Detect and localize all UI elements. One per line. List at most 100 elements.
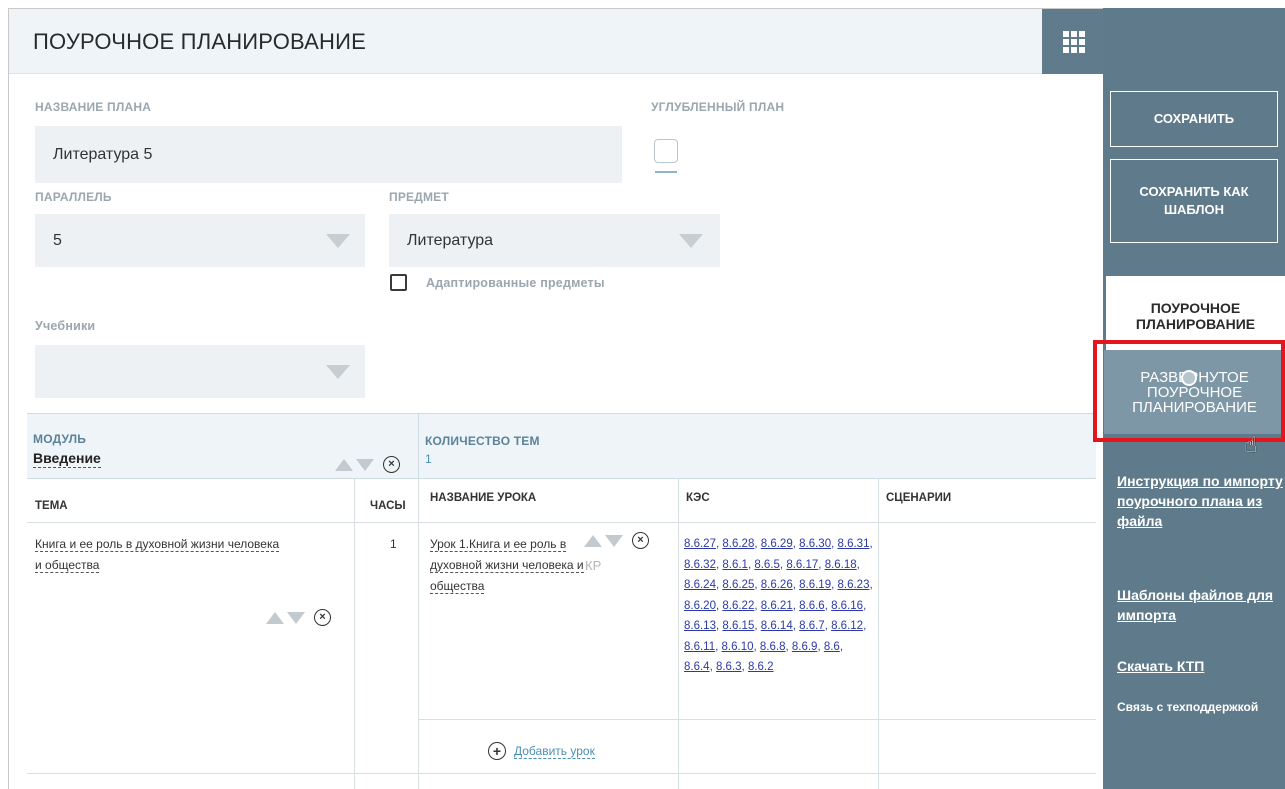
kes-code-link[interactable]: 8.6.7 (799, 620, 825, 632)
kes-code-link[interactable]: 8.6.6 (799, 600, 825, 612)
header-scenarios: СЦЕНАРИИ (886, 492, 952, 504)
textbooks-label: Учебники (35, 319, 96, 333)
advanced-plan-label: УГЛУБЛЕННЫЙ ПЛАН (651, 100, 785, 114)
kes-code-link[interactable]: 8.6.32 (684, 559, 716, 571)
kes-code-link[interactable]: 8.6.9 (792, 641, 818, 653)
kes-code-link[interactable]: 8.6.27 (684, 538, 716, 550)
kes-code-link[interactable]: 8.6.12 (831, 620, 863, 632)
kes-code-link[interactable]: 8.6.30 (799, 538, 831, 550)
lesson-kp-badge: КР (585, 558, 602, 573)
plan-name-input[interactable]: Литература 5 (35, 126, 622, 183)
plan-name-label: НАЗВАНИЕ ПЛАНА (35, 100, 152, 114)
textbooks-select[interactable] (35, 345, 365, 398)
subject-value: Литература (407, 231, 494, 249)
kes-code-link[interactable]: 8.6.11 (684, 641, 715, 653)
header-kes: КЭС (686, 492, 710, 504)
remove-module-icon[interactable]: × (383, 456, 400, 473)
chevron-down-icon (326, 365, 350, 379)
col-divider (354, 479, 355, 789)
move-down-icon[interactable] (356, 458, 374, 471)
plan-name-value: Литература 5 (53, 145, 153, 163)
save-button[interactable]: СОХРАНИТЬ (1110, 91, 1278, 147)
kes-code-link[interactable]: 8.6.2 (748, 661, 774, 673)
kes-code-link[interactable]: 8.6.29 (761, 538, 793, 550)
apps-grid-icon (1062, 30, 1085, 53)
hand-cursor-icon: ☝ (1244, 432, 1258, 457)
highlight-frame (1093, 340, 1285, 442)
link-import-templates[interactable]: Шаблоны файлов для импорта (1117, 585, 1285, 625)
kes-codes: 8.6.27, 8.6.28, 8.6.29, 8.6.30, 8.6.31, … (684, 538, 873, 673)
col-divider (418, 479, 419, 789)
link-download-ktp[interactable]: Скачать КТП (1117, 656, 1204, 676)
lesson-name[interactable]: Урок 1.Книга и ее роль в духовной жизни … (430, 534, 585, 597)
kes-code-link[interactable]: 8.6.1 (722, 559, 748, 571)
kes-code-link[interactable]: 8.6.8 (760, 641, 786, 653)
module-label: МОДУЛЬ (33, 432, 87, 446)
kes-code-link[interactable]: 8.6.31 (838, 538, 870, 550)
parallel-select[interactable]: 5 (35, 214, 365, 267)
module-name[interactable]: Введение (33, 450, 101, 468)
apps-button[interactable] (1042, 9, 1104, 74)
kes-code-link[interactable]: 8.6.3 (716, 661, 742, 673)
move-up-icon[interactable] (584, 534, 602, 547)
kes-code-link[interactable]: 8.6.19 (799, 579, 831, 591)
move-down-icon[interactable] (287, 611, 305, 624)
module-header: МОДУЛЬ Введение × КОЛИЧЕСТВО ТЕМ 1 (27, 413, 1096, 480)
parallel-value: 5 (53, 231, 62, 249)
kes-code-link[interactable]: 8.6 (824, 641, 840, 653)
save-as-template-button[interactable]: СОХРАНИТЬ КАК ШАБЛОН (1110, 159, 1278, 243)
header-hours: ЧАСЫ (370, 500, 406, 512)
topic-controls: × (266, 609, 331, 626)
move-down-icon[interactable] (605, 534, 623, 547)
kes-code-link[interactable]: 8.6.26 (761, 579, 793, 591)
topic-count-value: 1 (425, 452, 432, 466)
kes-code-link[interactable]: 8.6.17 (786, 559, 818, 571)
adapted-subjects-label: Адаптированные предметы (426, 276, 605, 290)
kes-code-link[interactable]: 8.6.25 (722, 579, 754, 591)
tab-connector-dot (1181, 370, 1197, 386)
table-header-divider (27, 522, 1096, 523)
remove-lesson-icon[interactable]: × (632, 532, 649, 549)
col-divider (878, 479, 879, 789)
kes-code-link[interactable]: 8.6.22 (722, 600, 754, 612)
kes-code-link[interactable]: 8.6.20 (684, 600, 716, 612)
move-up-icon[interactable] (335, 458, 353, 471)
lesson-controls: × (584, 532, 649, 549)
topic-text: Книга и ее роль в духовной жизни человек… (35, 537, 280, 573)
row-divider (418, 719, 1096, 720)
kes-code-link[interactable]: 8.6.24 (684, 579, 716, 591)
col-divider (678, 479, 679, 789)
module-header-divider (418, 414, 419, 480)
chevron-down-icon (326, 234, 350, 248)
subject-select[interactable]: Литература (389, 214, 720, 267)
remove-topic-icon[interactable]: × (314, 609, 331, 626)
add-lesson-button[interactable]: + Добавить урок (488, 742, 595, 760)
subject-label: ПРЕДМЕТ (389, 190, 449, 204)
table-row-topic[interactable]: Книга и ее роль в духовной жизни человек… (35, 534, 280, 576)
chevron-down-icon (679, 234, 703, 248)
link-import-instructions[interactable]: Инструкция по импорту поурочного плана и… (1117, 471, 1285, 531)
kes-code-link[interactable]: 8.6.16 (831, 600, 863, 612)
page-title: ПОУРОЧНОЕ ПЛАНИРОВАНИЕ (33, 29, 367, 54)
adapted-subjects-checkbox[interactable] (390, 274, 407, 291)
kes-code-link[interactable]: 8.6.21 (761, 600, 793, 612)
kes-code-link[interactable]: 8.6.14 (761, 620, 793, 632)
plus-icon: + (488, 742, 506, 760)
kes-code-link[interactable]: 8.6.18 (825, 559, 857, 571)
support-link[interactable]: Связь с техподдержкой (1117, 700, 1258, 714)
move-up-icon[interactable] (266, 611, 284, 624)
topic-count-label: КОЛИЧЕСТВО ТЕМ (425, 434, 540, 448)
header-lesson: НАЗВАНИЕ УРОКА (430, 492, 537, 504)
kes-code-link[interactable]: 8.6.15 (722, 620, 754, 632)
kes-code-link[interactable]: 8.6.4 (684, 661, 710, 673)
kes-code-link[interactable]: 8.6.23 (838, 579, 870, 591)
lesson-text: Урок 1.Книга и ее роль в духовной жизни … (430, 537, 584, 594)
module-controls: × (335, 456, 400, 473)
kes-code-link[interactable]: 8.6.28 (722, 538, 754, 550)
table-bottom-line (27, 773, 1096, 774)
advanced-plan-checkbox[interactable] (654, 139, 678, 163)
kes-code-link[interactable]: 8.6.10 (722, 641, 754, 653)
header-topic: ТЕМА (35, 500, 68, 512)
kes-code-link[interactable]: 8.6.5 (754, 559, 780, 571)
kes-code-link[interactable]: 8.6.13 (684, 620, 716, 632)
